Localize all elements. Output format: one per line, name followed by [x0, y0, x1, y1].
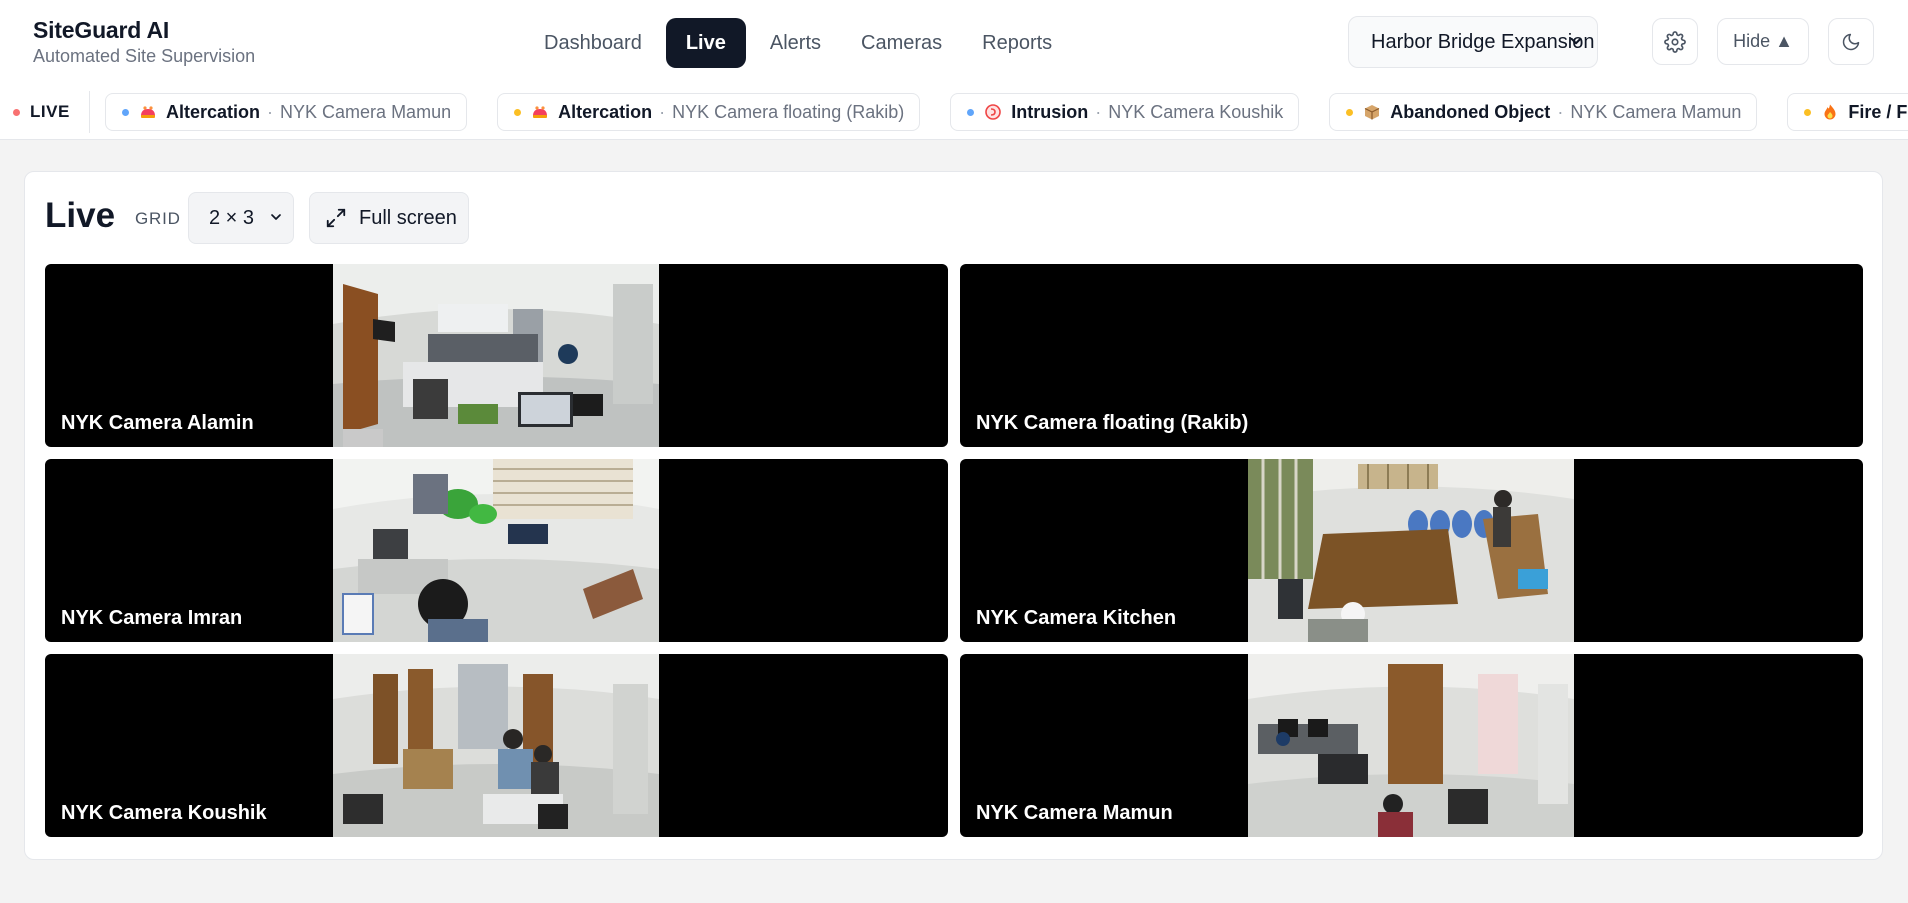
chevron-down-icon [1570, 37, 1582, 45]
camera-name: NYK Camera Alamin [61, 412, 254, 434]
chip-separator: · [267, 101, 274, 122]
chip-separator: · [1095, 101, 1102, 122]
chevron-down-icon [271, 214, 281, 220]
live-dot-icon [13, 108, 20, 116]
app-name: SiteGuard AI [33, 17, 170, 43]
ticker-alert-chip[interactable]: Abandoned Object · NYK Camera Mamun [1329, 93, 1758, 131]
camera-feed [1248, 654, 1574, 837]
ticker-alert-chip[interactable]: Fire / Flame · N [1787, 93, 1908, 131]
camera-tile[interactable]: NYK Camera Alamin [45, 264, 948, 447]
main-nav: Dashboard Live Alerts Cameras Reports [528, 18, 1068, 68]
alert-type: Altercation [166, 101, 261, 122]
alert-camera: NYK Camera Koushik [1108, 101, 1284, 122]
tab-reports[interactable]: Reports [966, 18, 1068, 68]
ticker-chips: Altercation · NYK Camera Mamun Altercati… [105, 93, 1908, 131]
tab-alerts[interactable]: Alerts [754, 18, 837, 68]
camera-tile[interactable]: NYK Camera Kitchen [960, 459, 1863, 642]
chip-separator: · [659, 101, 666, 122]
live-indicator: LIVE [13, 84, 70, 139]
camera-tile[interactable]: NYK Camera Koushik [45, 654, 948, 837]
project-select-value: Harbor Bridge Expansion [1371, 30, 1595, 53]
ticker-alert-chip[interactable]: Intrusion · NYK Camera Koushik [950, 93, 1300, 131]
gear-icon [1664, 30, 1686, 53]
brand[interactable]: SiteGuard AI Automated Site Supervision [33, 16, 255, 67]
camera-feed [333, 654, 659, 837]
severity-dot-icon [1346, 108, 1354, 116]
camera-tile[interactable]: NYK Camera Mamun [960, 654, 1863, 837]
camera-name: NYK Camera Mamun [976, 802, 1173, 824]
fullscreen-button[interactable]: Full screen [309, 192, 469, 244]
fullscreen-label: Full screen [359, 206, 457, 229]
project-select[interactable]: Harbor Bridge Expansion [1348, 16, 1598, 68]
moon-icon [1842, 33, 1860, 50]
severity-dot-icon [967, 108, 975, 116]
live-label: LIVE [30, 102, 70, 121]
hide-label: Hide ▲ [1733, 31, 1793, 51]
expand-icon [326, 208, 346, 228]
page-title: Live [45, 196, 116, 235]
severity-dot-icon [122, 108, 129, 116]
alert-camera: NYK Camera floating (Rakib) [672, 101, 905, 122]
tab-dashboard[interactable]: Dashboard [528, 18, 658, 68]
flame-icon [1821, 103, 1839, 121]
tab-cameras[interactable]: Cameras [845, 18, 958, 68]
settings-button[interactable] [1652, 18, 1698, 65]
live-panel: Live GRID 2 × 3 Full screen NYK Camera A… [24, 171, 1883, 860]
ticker-alert-chip[interactable]: Altercation · NYK Camera floating (Rakib… [497, 93, 921, 131]
chip-separator: · [1557, 101, 1564, 122]
theme-toggle-button[interactable] [1828, 18, 1874, 65]
altercation-icon [531, 103, 549, 121]
camera-feed [333, 264, 659, 447]
alert-ticker: LIVE Altercation · NYK Camera Mamun Alte… [0, 84, 1908, 140]
app-subtitle: Automated Site Supervision [33, 46, 256, 66]
camera-name: NYK Camera Koushik [61, 802, 267, 824]
tab-live[interactable]: Live [665, 18, 746, 68]
grid-layout-select[interactable]: 2 × 3 [188, 192, 294, 244]
altercation-icon [139, 103, 157, 121]
grid-label: GRID [135, 209, 181, 228]
ticker-divider [89, 91, 90, 133]
package-icon [1363, 103, 1381, 121]
camera-name: NYK Camera Kitchen [976, 607, 1177, 629]
top-header: SiteGuard AI Automated Site Supervision … [0, 0, 1908, 84]
hide-ticker-button[interactable]: Hide ▲ [1717, 18, 1809, 65]
grid-layout-value: 2 × 3 [209, 206, 255, 229]
camera-tile[interactable]: NYK Camera floating (Rakib) [960, 264, 1863, 447]
camera-tile[interactable]: NYK Camera Imran [45, 459, 948, 642]
alert-type: Altercation [558, 101, 653, 122]
alert-camera: NYK Camera Mamun [1570, 101, 1742, 122]
alert-type: Fire / Flame [1848, 101, 1908, 122]
alert-type: Intrusion [1011, 101, 1089, 122]
camera-feed [1248, 459, 1574, 642]
severity-dot-icon [1804, 108, 1812, 116]
alert-type: Abandoned Object [1390, 101, 1551, 122]
camera-name: NYK Camera Imran [61, 607, 243, 629]
intrusion-icon [984, 103, 1002, 121]
camera-feed [333, 459, 659, 642]
alert-camera: NYK Camera Mamun [280, 101, 452, 122]
camera-name: NYK Camera floating (Rakib) [976, 412, 1249, 434]
camera-grid: NYK Camera Alamin NYK Camera floating (R… [45, 264, 1863, 839]
ticker-alert-chip[interactable]: Altercation · NYK Camera Mamun [105, 93, 468, 131]
severity-dot-icon [514, 108, 522, 116]
